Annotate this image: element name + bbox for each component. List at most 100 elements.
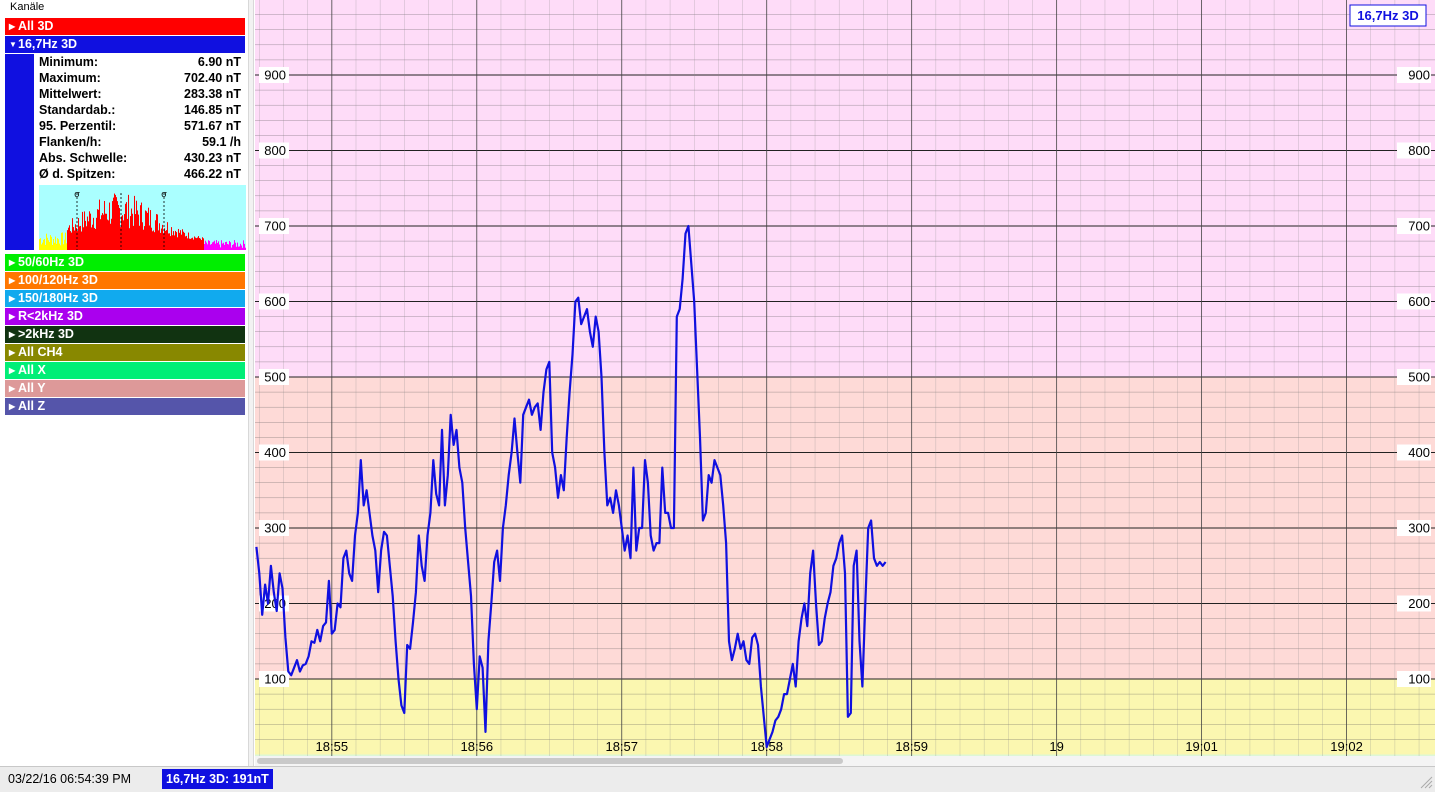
stat-value: 571.67 nT [184,119,241,133]
histogram-bar [242,247,243,250]
channel-all-3d[interactable]: ▶ All 3D [5,18,245,35]
histogram-bar [155,220,156,250]
channel-item[interactable]: ▶ >2kHz 3D [5,326,245,343]
histogram-bar [103,214,104,250]
histogram-bar [172,235,173,250]
histogram-bar [200,238,201,250]
panel-splitter[interactable] [248,0,254,766]
x-tick-label: 19 [1049,739,1063,754]
expand-arrow-icon: ▶ [9,22,16,31]
histogram-bar [106,213,107,250]
histogram-bar [162,224,163,250]
histogram-bar [233,244,234,250]
histogram-bar [99,199,100,250]
histogram-bar [98,209,99,250]
histogram-bar [150,210,151,250]
histogram-bar [114,193,115,250]
stat-row: Standardab.: 146.85 nT [39,102,241,118]
expand-arrow-icon: ▶ [9,384,16,393]
histogram-bar [48,240,49,250]
channel-item[interactable]: ▶ 100/120Hz 3D [5,272,245,289]
histogram-bar [245,247,246,250]
histogram-bar [90,213,91,250]
histogram-bar [87,216,88,250]
channel-label: All Z [18,399,46,413]
histogram-bar [64,239,65,250]
histogram-bar [228,244,229,250]
channel-item[interactable]: ▶ 50/60Hz 3D [5,254,245,271]
histogram-bar [239,246,240,250]
histogram-bar [55,236,56,250]
channel-16-7hz-3d[interactable]: ▼16,7Hz 3D [5,36,245,53]
histogram-bar [142,222,143,250]
stat-label: Standardab.: [39,103,116,117]
histogram-bar [113,197,114,250]
y-tick-label-left: 600 [264,294,286,309]
histogram-bar [160,232,161,250]
stat-value: 146.85 nT [184,103,241,117]
histogram-bar [193,239,194,250]
histogram-bar [51,236,52,250]
expand-arrow-icon: ▶ [9,330,16,339]
scrollbar-thumb[interactable] [257,758,843,764]
histogram-bar [80,225,81,250]
histogram-bar [50,235,51,250]
histogram-bar [136,200,137,250]
channel-item[interactable]: ▶ All CH4 [5,344,245,361]
histogram-bar [216,240,217,250]
histogram-bar [207,244,208,250]
histogram-bar [152,231,153,250]
histogram-bar [95,229,96,250]
histogram-bar [218,241,219,250]
x-tick-label: 18:59 [895,739,928,754]
histogram-bar [156,214,157,250]
histogram-bar [130,216,131,250]
stat-row: Ø d. Spitzen: 466.22 nT [39,166,241,182]
histogram-bar [105,213,106,250]
histogram-bar [66,243,67,250]
histogram-bar [62,232,63,250]
horizontal-scrollbar[interactable] [255,756,1435,766]
expand-arrow-icon: ▶ [9,366,16,375]
histogram-bar [70,231,71,250]
histogram-bar [140,205,141,250]
stat-label: Minimum: [39,55,99,69]
histogram-bar [52,244,53,250]
stat-value: 283.38 nT [184,87,241,101]
resize-grip-icon[interactable] [1419,775,1433,789]
threshold-band [255,0,1435,377]
histogram-chart: σ · σ [39,185,246,250]
histogram-bar [212,242,213,250]
channel-label: 100/120Hz 3D [18,273,98,287]
histogram-bar [75,224,76,250]
histogram-bar [133,225,134,250]
stat-row: Maximum: 702.40 nT [39,70,241,86]
channel-item[interactable]: ▶ All Y [5,380,245,397]
stat-row: Flanken/h: 59.1 /h [39,134,241,150]
histogram-bar [46,233,47,250]
y-tick-label-right: 700 [1408,219,1430,234]
histogram-bar [179,232,180,250]
histogram-bar [232,245,233,250]
stat-row: 95. Perzentil: 571.67 nT [39,118,241,134]
channel-item[interactable]: ▶ R<2kHz 3D [5,308,245,325]
channel-item[interactable]: ▶ All Z [5,398,245,415]
histogram-bar [244,243,245,250]
histogram-bar [45,244,46,250]
histogram-bar [190,238,191,250]
channel-item[interactable]: ▶ All X [5,362,245,379]
histogram-bar [214,240,215,250]
histogram-bar [158,230,159,250]
histogram-bar [221,240,222,250]
histogram-bar [94,227,95,250]
y-tick-label-right: 500 [1408,370,1430,385]
status-current-reading: 16,7Hz 3D: 191nT [162,769,273,789]
histogram-bar [93,217,94,250]
histogram-bar [188,232,189,250]
histogram-bar [219,244,220,250]
histogram-bar [151,227,152,250]
histogram-marker-label: · [120,189,123,199]
channel-item[interactable]: ▶ 150/180Hz 3D [5,290,245,307]
histogram-bar [67,230,68,250]
channel-badge-label: 16,7Hz 3D [1357,8,1418,23]
